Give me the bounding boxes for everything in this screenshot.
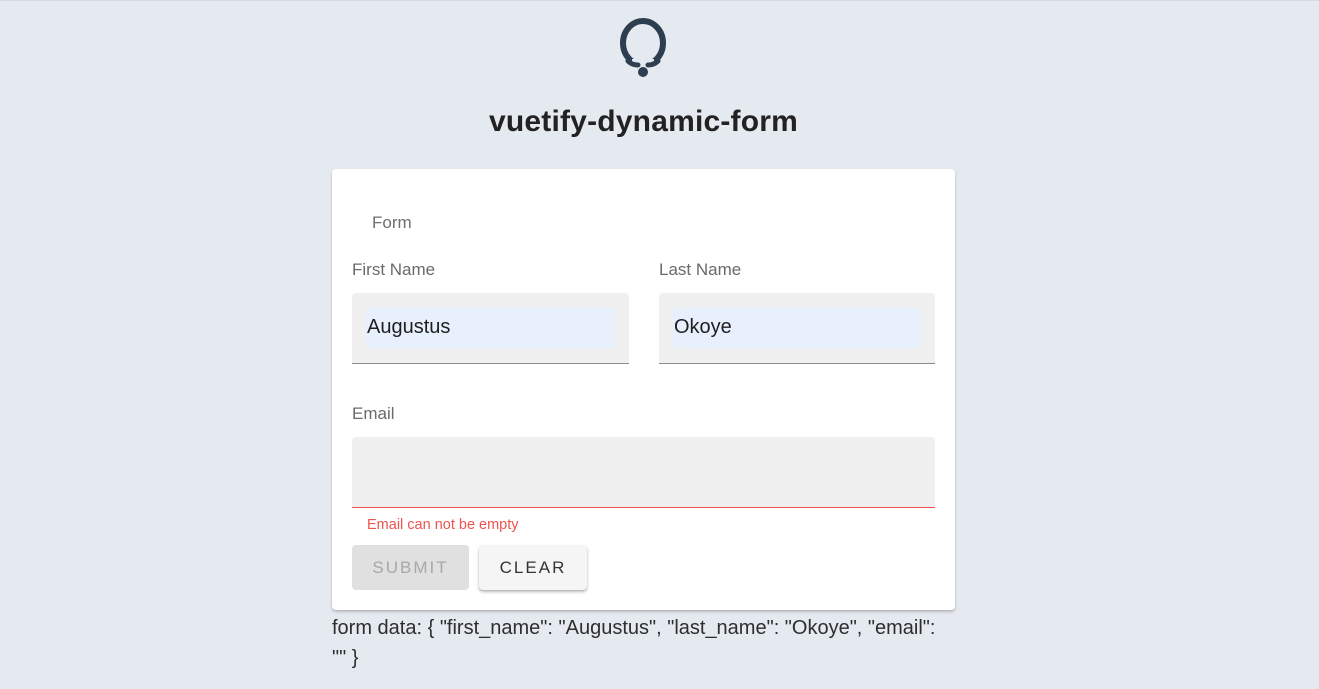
first-name-label: First Name bbox=[352, 260, 436, 279]
clear-button[interactable]: Clear bbox=[479, 545, 587, 590]
form-card: Form First Name Augustus Last Name Okoye… bbox=[332, 169, 955, 610]
first-name-field[interactable]: Augustus bbox=[352, 293, 629, 364]
email-field[interactable] bbox=[352, 437, 935, 508]
last-name-label: Last Name bbox=[659, 260, 742, 279]
first-name-value[interactable]: Augustus bbox=[367, 316, 450, 339]
last-name-value[interactable]: Okoye bbox=[674, 316, 732, 339]
submit-button[interactable]: Submit bbox=[352, 545, 469, 590]
form-data-output: form data: { "first_name": "Augustus", "… bbox=[332, 617, 936, 669]
page-title: vuetify-dynamic-form bbox=[488, 105, 799, 138]
logo-icon bbox=[620, 18, 666, 77]
last-name-field[interactable]: Okoye bbox=[659, 293, 935, 364]
form-legend: Form bbox=[372, 213, 412, 232]
email-label: Email bbox=[352, 404, 395, 423]
email-error-message: Email can not be empty bbox=[367, 517, 519, 533]
